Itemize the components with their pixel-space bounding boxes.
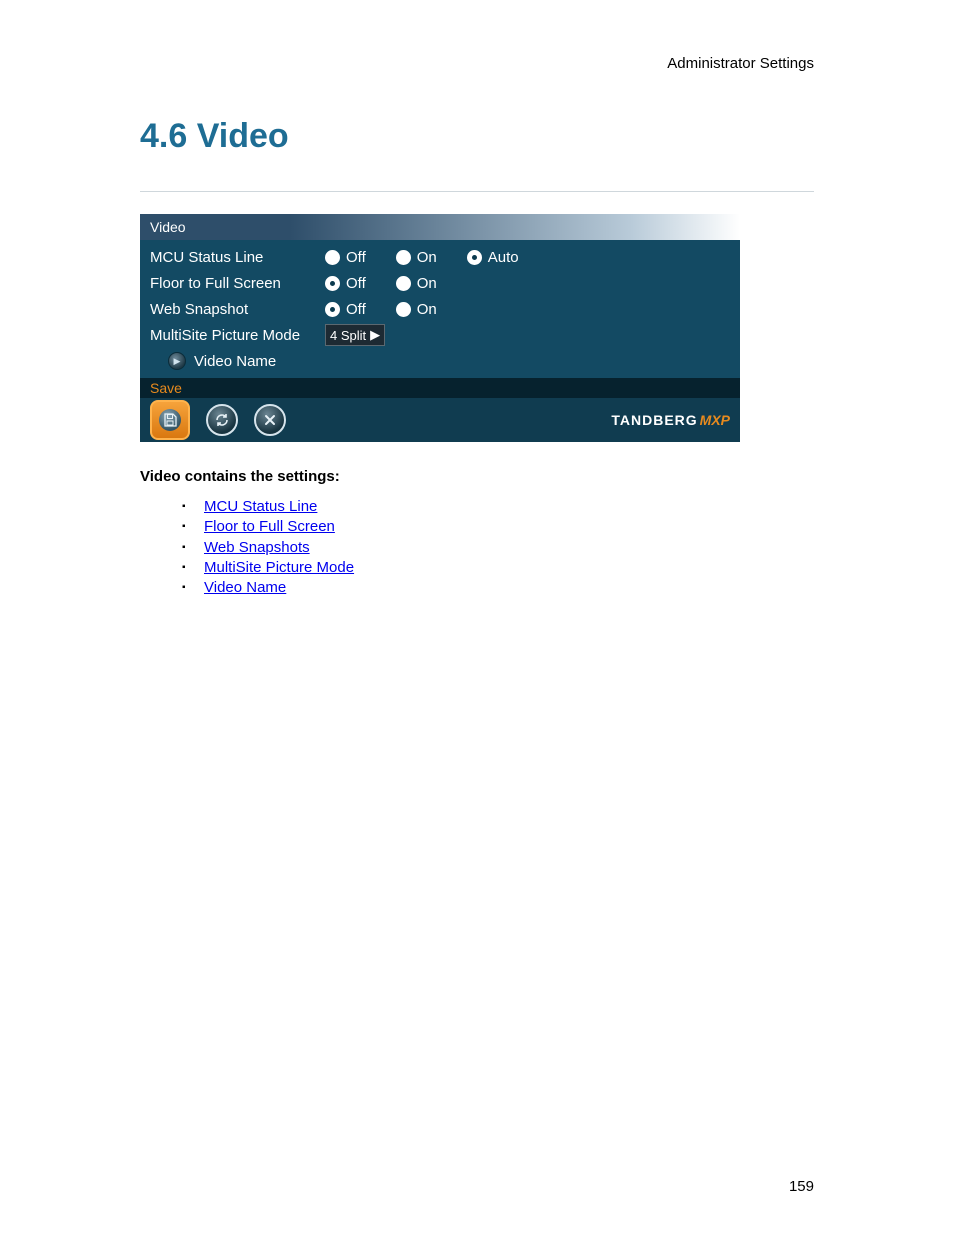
radio-label: On: [417, 275, 437, 292]
radio-label: On: [417, 301, 437, 318]
page-number: 159: [789, 1178, 814, 1195]
radio-label: Auto: [488, 249, 519, 266]
radio-option-off[interactable]: Off: [325, 301, 366, 318]
breadcrumb-admin-settings: Administrator Settings: [140, 55, 814, 72]
play-circle-icon: ▶: [168, 352, 186, 370]
link-floor-to-full-screen[interactable]: Floor to Full Screen: [204, 518, 335, 535]
link-video-name[interactable]: Video Name: [204, 579, 286, 596]
brand-name: TANDBERG: [611, 412, 697, 428]
page-title: 4.6 Video: [140, 117, 814, 156]
radio-option-on[interactable]: On: [396, 249, 437, 266]
link-mcu-status-line[interactable]: MCU Status Line: [204, 498, 317, 515]
floppy-icon: [159, 409, 181, 431]
brand-suffix: MXP: [700, 412, 730, 428]
refresh-button[interactable]: [206, 404, 238, 436]
row-video-name[interactable]: ▶ Video Name: [150, 348, 730, 374]
setting-label: MultiSite Picture Mode: [150, 327, 325, 344]
save-button[interactable]: [150, 400, 190, 440]
setting-label: MCU Status Line: [150, 249, 325, 266]
panel-footer: TANDBERGMXP: [140, 398, 740, 442]
radio-option-on[interactable]: On: [396, 301, 437, 318]
list-item: Video Name: [182, 578, 814, 598]
settings-links-list: MCU Status Line Floor to Full Screen Web…: [182, 497, 814, 598]
close-button[interactable]: [254, 404, 286, 436]
row-mcu-status-line: MCU Status Line Off On Auto: [150, 244, 730, 270]
radio-icon: [396, 250, 411, 265]
link-multisite-picture-mode[interactable]: MultiSite Picture Mode: [204, 559, 354, 576]
save-label-bar: Save: [140, 378, 740, 398]
radio-option-auto[interactable]: Auto: [467, 249, 519, 266]
row-web-snapshot: Web Snapshot Off On: [150, 296, 730, 322]
settings-list-heading: Video contains the settings:: [140, 468, 814, 485]
link-web-snapshots[interactable]: Web Snapshots: [204, 539, 310, 556]
radio-icon-selected: [467, 250, 482, 265]
radio-icon: [396, 276, 411, 291]
radio-icon: [325, 250, 340, 265]
radio-icon: [396, 302, 411, 317]
footer-button-row: [150, 400, 286, 440]
radio-option-on[interactable]: On: [396, 275, 437, 292]
horizontal-rule: [140, 191, 814, 192]
setting-label: Floor to Full Screen: [150, 275, 325, 292]
list-item: MCU Status Line: [182, 497, 814, 517]
list-item: Web Snapshots: [182, 538, 814, 558]
radio-label: Off: [346, 275, 366, 292]
setting-label: Web Snapshot: [150, 301, 325, 318]
close-icon: [263, 413, 277, 427]
row-multisite-picture-mode: MultiSite Picture Mode 4 Split ▶: [150, 322, 730, 348]
list-item: Floor to Full Screen: [182, 517, 814, 537]
brand-logo: TANDBERGMXP: [611, 412, 730, 428]
radio-icon-selected: [325, 276, 340, 291]
multisite-select[interactable]: 4 Split ▶: [325, 324, 385, 346]
list-item: MultiSite Picture Mode: [182, 558, 814, 578]
radio-label: Off: [346, 249, 366, 266]
radio-label: Off: [346, 301, 366, 318]
panel-title: Video: [140, 214, 740, 240]
radio-option-off[interactable]: Off: [325, 275, 366, 292]
radio-icon-selected: [325, 302, 340, 317]
row-floor-to-full-screen: Floor to Full Screen Off On: [150, 270, 730, 296]
radio-label: On: [417, 249, 437, 266]
chevron-right-icon: ▶: [370, 327, 380, 343]
refresh-icon: [214, 412, 230, 428]
radio-option-off[interactable]: Off: [325, 249, 366, 266]
setting-label: Video Name: [194, 353, 276, 370]
video-settings-panel: Video MCU Status Line Off On Auto Floor …: [140, 214, 740, 442]
select-value: 4 Split: [330, 328, 366, 343]
panel-body: MCU Status Line Off On Auto Floor to Ful…: [140, 240, 740, 378]
